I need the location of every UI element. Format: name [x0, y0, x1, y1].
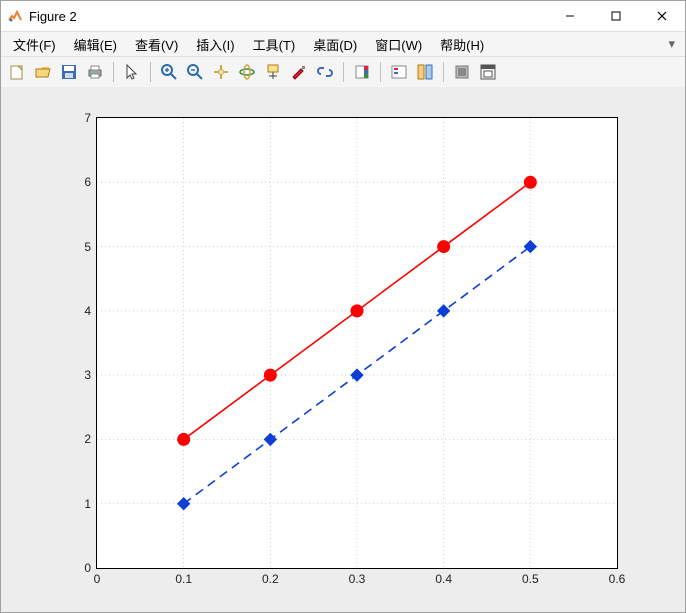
marker-circle	[524, 176, 536, 188]
menu-insert[interactable]: 插入(I)	[188, 33, 242, 56]
xtick-label: 0.1	[175, 568, 192, 586]
menu-help[interactable]: 帮助(H)	[432, 33, 492, 56]
legend-icon[interactable]	[387, 60, 411, 84]
marker-diamond	[264, 433, 276, 445]
menu-desktop[interactable]: 桌面(D)	[305, 33, 365, 56]
toolbar-separator	[343, 62, 344, 82]
pointer-icon[interactable]	[120, 60, 144, 84]
open-icon[interactable]	[31, 60, 55, 84]
minimize-button[interactable]	[547, 1, 593, 31]
menu-file[interactable]: 文件(F)	[5, 33, 64, 56]
save-icon[interactable]	[57, 60, 81, 84]
xtick-label: 0.4	[435, 568, 452, 586]
link-icon[interactable]	[313, 60, 337, 84]
marker-circle	[264, 369, 276, 381]
ytick-label: 6	[84, 175, 97, 189]
xtick-label: 0.2	[262, 568, 279, 586]
menu-edit[interactable]: 编辑(E)	[66, 33, 125, 56]
zoom-out-icon[interactable]	[183, 60, 207, 84]
titlebar: Figure 2	[1, 1, 685, 32]
ytick-label: 7	[84, 111, 97, 125]
marker-diamond	[178, 498, 190, 510]
menu-window[interactable]: 窗口(W)	[367, 33, 430, 56]
menu-overflow-icon[interactable]: ▾	[662, 36, 681, 52]
marker-circle	[178, 433, 190, 445]
chart-svg	[97, 118, 617, 568]
close-button[interactable]	[639, 1, 685, 31]
colorbar-icon[interactable]	[350, 60, 374, 84]
plot-tools-icon[interactable]	[413, 60, 437, 84]
matlab-icon	[7, 8, 23, 24]
chart-axes[interactable]: 00.10.20.30.40.50.601234567	[96, 117, 618, 569]
menubar: 文件(F) 编辑(E) 查看(V) 插入(I) 工具(T) 桌面(D) 窗口(W…	[1, 32, 685, 57]
menu-tools[interactable]: 工具(T)	[245, 33, 304, 56]
toolbar-separator	[443, 62, 444, 82]
ytick-label: 5	[84, 240, 97, 254]
plot-area: 00.10.20.30.40.50.601234567	[1, 87, 685, 612]
pan-icon[interactable]	[209, 60, 233, 84]
brush-icon[interactable]	[287, 60, 311, 84]
ytick-label: 1	[84, 497, 97, 511]
xtick-label: 0.5	[522, 568, 539, 586]
ytick-label: 0	[84, 561, 97, 575]
menu-view[interactable]: 查看(V)	[127, 33, 186, 56]
print-icon[interactable]	[83, 60, 107, 84]
toolbar-separator	[380, 62, 381, 82]
hide-tools-icon[interactable]	[450, 60, 474, 84]
ytick-label: 2	[84, 432, 97, 446]
toolbar-separator	[150, 62, 151, 82]
ytick-label: 4	[84, 304, 97, 318]
new-figure-icon[interactable]	[5, 60, 29, 84]
marker-diamond	[351, 369, 363, 381]
marker-diamond	[524, 241, 536, 253]
maximize-button[interactable]	[593, 1, 639, 31]
xtick-label: 0.3	[349, 568, 366, 586]
marker-diamond	[438, 305, 450, 317]
marker-circle	[438, 241, 450, 253]
ytick-label: 3	[84, 368, 97, 382]
figure-window: Figure 2 文件(F) 编辑(E) 查看(V) 插入(I) 工具(T) 桌…	[0, 0, 686, 613]
toolbar-separator	[113, 62, 114, 82]
dock-icon[interactable]	[476, 60, 500, 84]
toolbar	[1, 57, 685, 88]
window-title: Figure 2	[29, 9, 77, 24]
zoom-in-icon[interactable]	[157, 60, 181, 84]
data-cursor-icon[interactable]	[261, 60, 285, 84]
rotate3d-icon[interactable]	[235, 60, 259, 84]
marker-circle	[351, 305, 363, 317]
xtick-label: 0.6	[609, 568, 626, 586]
